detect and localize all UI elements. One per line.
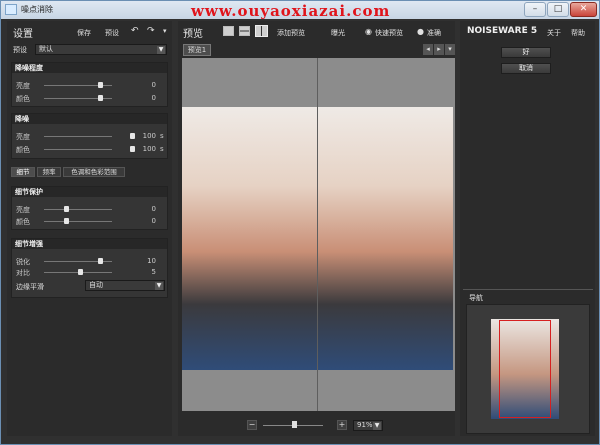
chevron-down-icon: ▼ (157, 46, 165, 54)
preview-image-after (318, 107, 453, 370)
slider-label: 颜色 (16, 95, 30, 103)
tab-tone-color[interactable]: 色调和色彩范围 (63, 167, 125, 177)
about-button[interactable]: 关于 (547, 28, 561, 38)
group-detail-protect: 细节保护 亮度 0 颜色 0 (11, 186, 168, 230)
slider-label: 颜色 (16, 146, 30, 154)
preview-title: 预览 (183, 29, 203, 40)
slider-value: 10 (147, 257, 156, 265)
slider-label: 锐化 (16, 258, 30, 266)
slider-value: 0 (151, 94, 156, 102)
slider-knob[interactable] (98, 82, 103, 88)
chevron-left-icon[interactable]: ◂ (423, 44, 433, 55)
divider (463, 289, 593, 290)
split-vertical-icon[interactable] (255, 25, 268, 37)
radio-fast-preview[interactable]: ◉ (365, 27, 372, 36)
chevron-down-icon: ▼ (155, 282, 163, 290)
smoothing-label: 边缘平滑 (16, 283, 44, 291)
preset-label: 预设 (13, 46, 27, 54)
chevron-down-icon[interactable]: ▾ (445, 44, 455, 55)
slider-label: 对比 (16, 269, 30, 277)
slider-label: 亮度 (16, 206, 30, 214)
group-title: 降噪 (12, 114, 167, 124)
slider-knob[interactable] (98, 258, 103, 264)
slider-row: 亮度 0 (16, 81, 166, 90)
slider-value: 100 (142, 145, 156, 153)
watermark: www.ouyaoxiazai.com (191, 2, 391, 20)
smoothing-value: 自动 (89, 281, 103, 289)
fast-preview-label: 快速预览 (375, 29, 403, 37)
slider-knob[interactable] (64, 218, 69, 224)
minimize-button[interactable]: – (524, 2, 546, 17)
app-window: 噪点消除 www.ouyaoxiazai.com – □ ✕ 设置 保存 预设 … (0, 0, 600, 445)
cancel-button[interactable]: 取消 (501, 63, 551, 74)
group-title: 细节增强 (12, 239, 167, 249)
slider-knob[interactable] (98, 95, 103, 101)
slider-row: 锐化 10 (16, 257, 166, 266)
help-button[interactable]: 帮助 (571, 28, 585, 38)
preset-value: 默认 (39, 45, 53, 53)
radio-accurate[interactable]: ● (417, 27, 424, 36)
navigator-view-rect[interactable] (499, 320, 551, 418)
brand-logo: NOISEWARE 5 (467, 26, 538, 36)
slider-row: 颜色 100 s (16, 145, 166, 154)
accurate-label: 准确 (427, 29, 441, 37)
add-preview-button[interactable]: 添加预览 (277, 28, 305, 38)
group-noise: 降噪 亮度 100 s 颜色 100 s (11, 113, 168, 159)
zoom-slider-knob[interactable] (292, 421, 297, 428)
window-title: 噪点消除 (21, 5, 53, 14)
preset-select[interactable]: 默认 ▼ (35, 44, 167, 55)
zoom-in-button[interactable]: + (337, 420, 347, 430)
slider-knob[interactable] (78, 269, 83, 275)
navigator-title: 导航 (469, 294, 483, 302)
smoothing-select[interactable]: 自动 ▼ (85, 280, 165, 291)
slider-row: 颜色 0 (16, 217, 166, 226)
slider-label: 亮度 (16, 133, 30, 141)
group-intensity: 降噪程度 亮度 0 颜色 0 (11, 62, 168, 107)
slider-value: 0 (151, 217, 156, 225)
group-title: 降噪程度 (12, 63, 167, 73)
slider-label: 亮度 (16, 82, 30, 90)
undo-icon[interactable]: ↶ (131, 26, 139, 36)
app-icon (5, 4, 17, 15)
tab-frequency[interactable]: 频率 (37, 167, 61, 177)
zoom-select[interactable]: 91% ▼ (353, 420, 383, 431)
save-button[interactable]: 保存 (77, 28, 91, 38)
settings-title: 设置 (13, 29, 33, 40)
slider-row: 亮度 100 s (16, 132, 166, 141)
slider-row: 亮度 0 (16, 205, 166, 214)
single-view-icon[interactable] (223, 26, 234, 36)
slider-knob[interactable] (64, 206, 69, 212)
slider-row: 对比 5 (16, 268, 166, 277)
group-title: 细节保护 (12, 187, 167, 197)
preset-button[interactable]: 预设 (105, 28, 119, 38)
slider-track[interactable] (44, 149, 112, 150)
ok-button[interactable]: 好 (501, 47, 551, 58)
slider-label: 颜色 (16, 218, 30, 226)
maximize-button[interactable]: □ (547, 2, 569, 17)
slider-track[interactable] (44, 209, 112, 210)
chevron-right-icon[interactable]: ▸ (434, 44, 444, 55)
redo-icon[interactable]: ↷ (147, 26, 155, 36)
slider-track[interactable] (44, 136, 112, 137)
group-detail-enhance: 细节增强 锐化 10 对比 5 边缘平滑 自动 ▼ (11, 238, 168, 298)
slider-track[interactable] (44, 221, 112, 222)
title-bar: 噪点消除 www.ouyaoxiazai.com – □ ✕ (1, 1, 599, 20)
slider-value: 0 (151, 205, 156, 213)
chevron-down-icon: ▼ (373, 422, 381, 430)
slider-value: 5 (151, 268, 156, 276)
slider-value: 0 (151, 81, 156, 89)
slider-unit: s (160, 132, 164, 140)
zoom-value: 91% (357, 421, 373, 429)
panel-menu-icon[interactable]: ▾ (163, 27, 167, 35)
close-button[interactable]: ✕ (570, 2, 597, 17)
tab-preview1[interactable]: 预览1 (183, 44, 211, 56)
split-horizontal-icon[interactable] (239, 26, 250, 36)
zoom-out-button[interactable]: − (247, 420, 257, 430)
preview-image-before (182, 107, 317, 370)
slider-value: 100 (142, 132, 156, 140)
slider-row: 颜色 0 (16, 94, 166, 103)
slider-unit: s (160, 145, 164, 153)
tab-detail[interactable]: 细节 (11, 167, 35, 177)
exposure-button[interactable]: 曝光 (331, 28, 345, 38)
